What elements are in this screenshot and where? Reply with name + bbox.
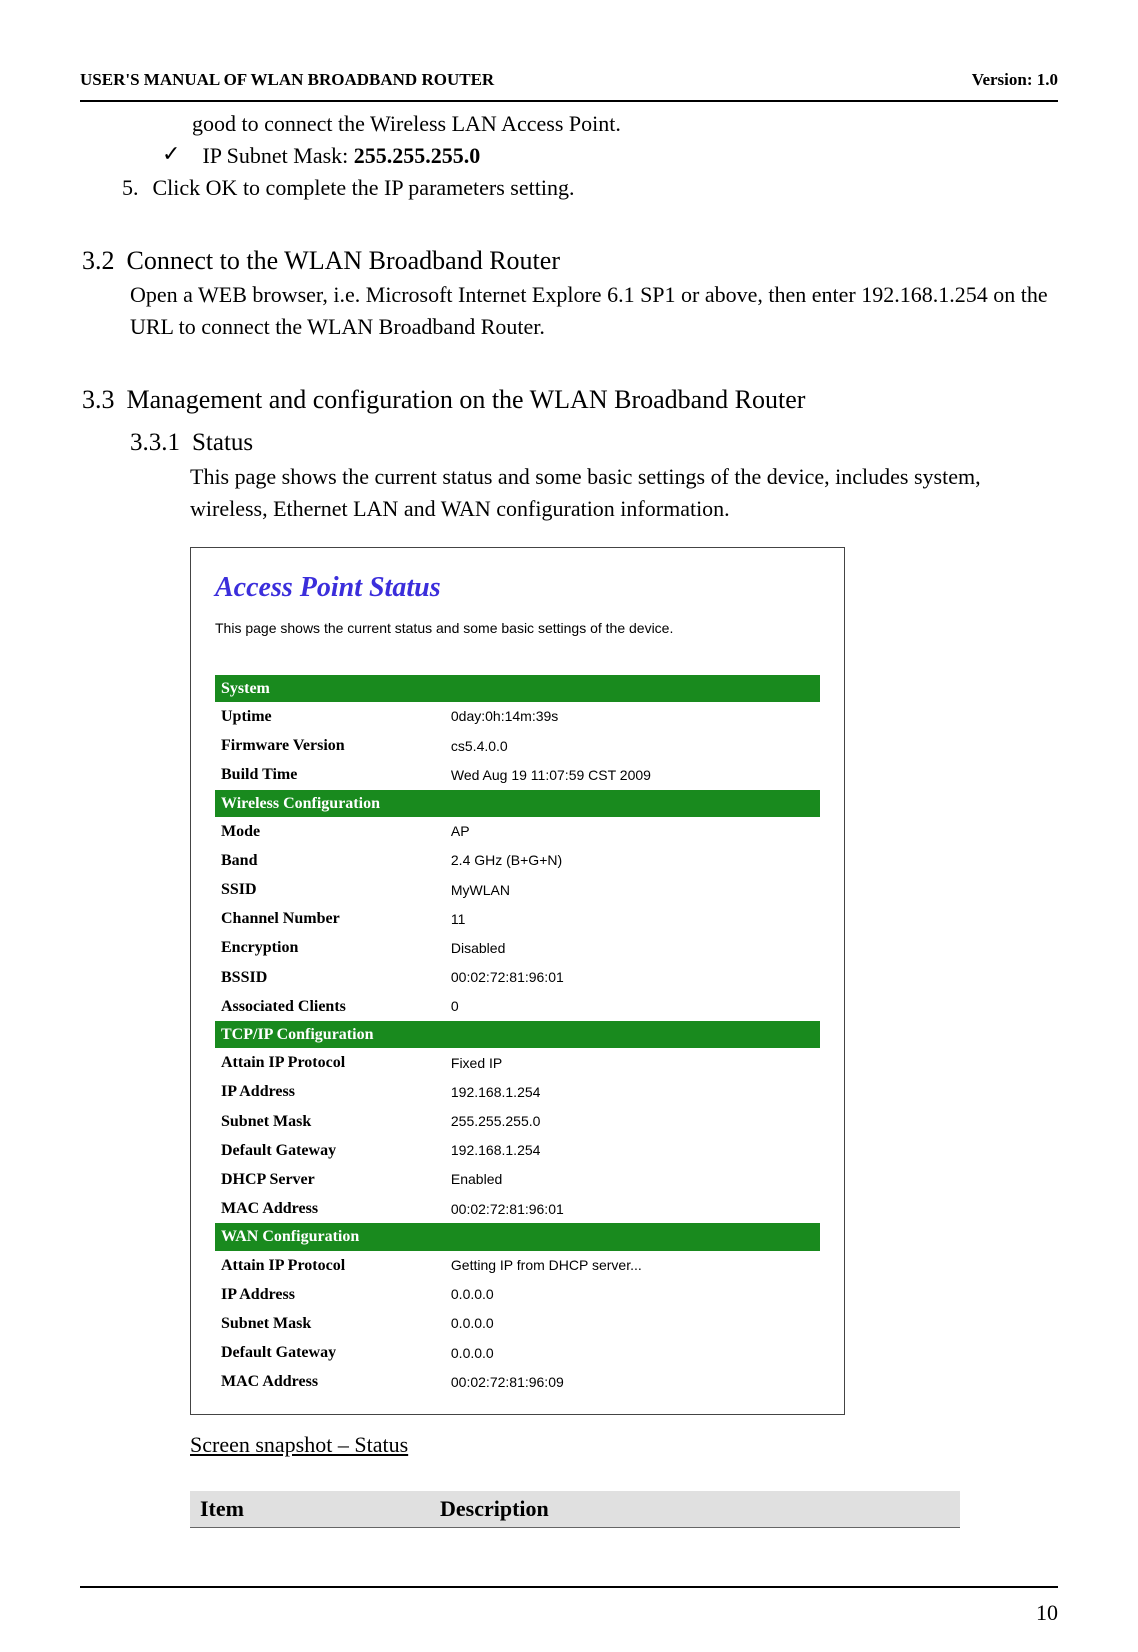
section-3-3-1-body: This page shows the current status and s… bbox=[190, 461, 1056, 525]
running-header: USER'S MANUAL OF WLAN BROADBAND ROUTER V… bbox=[80, 70, 1058, 90]
ap-row-label: MAC Address bbox=[215, 1194, 445, 1223]
ap-row-value: cs5.4.0.0 bbox=[445, 731, 820, 760]
ap-row-label: Uptime bbox=[215, 702, 445, 731]
section-3-2-title: Connect to the WLAN Broadband Router bbox=[127, 242, 560, 280]
ap-row-label: IP Address bbox=[215, 1280, 445, 1309]
ap-row-label: Default Gateway bbox=[215, 1338, 445, 1367]
ap-row-label: BSSID bbox=[215, 963, 445, 992]
ap-row-value: 0.0.0.0 bbox=[445, 1280, 820, 1309]
footer-rule bbox=[80, 1586, 1058, 1588]
ap-section-header: TCP/IP Configuration bbox=[215, 1021, 820, 1048]
header-left: USER'S MANUAL OF WLAN BROADBAND ROUTER bbox=[80, 70, 494, 90]
section-3-2-body: Open a WEB browser, i.e. Microsoft Inter… bbox=[130, 279, 1056, 343]
header-rule bbox=[80, 100, 1058, 102]
ap-row-label: Mode bbox=[215, 817, 445, 846]
section-3-3-1-heading: 3.3.1 Status bbox=[130, 425, 1056, 461]
section-3-3-1-num: 3.3.1 bbox=[130, 425, 180, 461]
screenshot-caption: Screen snapshot – Status bbox=[190, 1429, 1056, 1461]
ap-section-header: WAN Configuration bbox=[215, 1223, 820, 1250]
ap-row-label: Associated Clients bbox=[215, 992, 445, 1021]
ap-row-value: 2.4 GHz (B+G+N) bbox=[445, 846, 820, 875]
ap-row-value: AP bbox=[445, 817, 820, 846]
ap-row-label: Firmware Version bbox=[215, 731, 445, 760]
ap-desc: This page shows the current status and s… bbox=[215, 618, 820, 638]
ap-row-label: Channel Number bbox=[215, 904, 445, 933]
ap-row-value: Disabled bbox=[445, 933, 820, 962]
step-5: 5. Click OK to complete the IP parameter… bbox=[122, 172, 1056, 204]
ap-row-label: Default Gateway bbox=[215, 1136, 445, 1165]
ap-row-value: 00:02:72:81:96:01 bbox=[445, 963, 820, 992]
section-3-3-1-title: Status bbox=[192, 425, 253, 461]
check-icon: ✓ bbox=[162, 138, 180, 170]
section-3-3-heading: 3.3 Management and configuration on the … bbox=[82, 381, 1056, 419]
ap-row-value: 192.168.1.254 bbox=[445, 1077, 820, 1106]
th-description: Description bbox=[430, 1491, 960, 1527]
ap-row-value: Fixed IP bbox=[445, 1048, 820, 1077]
ap-title: Access Point Status bbox=[215, 568, 820, 609]
ap-row-label: IP Address bbox=[215, 1077, 445, 1106]
ap-row-value: 192.168.1.254 bbox=[445, 1136, 820, 1165]
status-screenshot: Access Point Status This page shows the … bbox=[190, 547, 845, 1416]
subnet-value: 255.255.255.0 bbox=[354, 143, 481, 168]
ap-row-label: DHCP Server bbox=[215, 1165, 445, 1194]
ap-section-header: Wireless Configuration bbox=[215, 790, 820, 817]
step-5-number: 5. bbox=[122, 172, 139, 204]
ap-row-value: 00:02:72:81:96:01 bbox=[445, 1194, 820, 1223]
section-3-3-num: 3.3 bbox=[82, 381, 115, 419]
ap-row-value: 0day:0h:14m:39s bbox=[445, 702, 820, 731]
ap-row-value: 0.0.0.0 bbox=[445, 1309, 820, 1338]
ap-row-value: Enabled bbox=[445, 1165, 820, 1194]
ap-row-label: MAC Address bbox=[215, 1367, 445, 1396]
ap-row-value: 0 bbox=[445, 992, 820, 1021]
ap-section-header: System bbox=[215, 675, 820, 702]
page-number: 10 bbox=[1036, 1600, 1058, 1626]
continuation-text: good to connect the Wireless LAN Access … bbox=[192, 108, 1056, 140]
ap-row-label: Subnet Mask bbox=[215, 1309, 445, 1338]
ap-row-label: Attain IP Protocol bbox=[215, 1048, 445, 1077]
header-right: Version: 1.0 bbox=[972, 70, 1058, 90]
bullet-subnet: ✓ IP Subnet Mask: 255.255.255.0 bbox=[162, 140, 1056, 172]
ap-row-value: Getting IP from DHCP server... bbox=[445, 1251, 820, 1280]
ap-row-value: Wed Aug 19 11:07:59 CST 2009 bbox=[445, 760, 820, 789]
section-3-2-num: 3.2 bbox=[82, 242, 115, 280]
ap-row-value: 0.0.0.0 bbox=[445, 1338, 820, 1367]
step-5-text: Click OK to complete the IP parameters s… bbox=[153, 172, 575, 204]
ap-row-value: 11 bbox=[445, 904, 820, 933]
ap-row-value: 255.255.255.0 bbox=[445, 1107, 820, 1136]
ap-row-label: Band bbox=[215, 846, 445, 875]
ap-row-label: SSID bbox=[215, 875, 445, 904]
ap-row-label: Attain IP Protocol bbox=[215, 1251, 445, 1280]
section-3-2-heading: 3.2 Connect to the WLAN Broadband Router bbox=[82, 242, 1056, 280]
subnet-line: IP Subnet Mask: 255.255.255.0 bbox=[202, 140, 480, 172]
ap-row-label: Build Time bbox=[215, 760, 445, 789]
ap-row-value: 00:02:72:81:96:09 bbox=[445, 1367, 820, 1396]
item-description-table: Item Description bbox=[190, 1491, 960, 1528]
th-item: Item bbox=[190, 1491, 430, 1527]
ap-row-value: MyWLAN bbox=[445, 875, 820, 904]
section-3-3-title: Management and configuration on the WLAN… bbox=[127, 381, 806, 419]
ap-status-table: SystemUptime0day:0h:14m:39sFirmware Vers… bbox=[215, 675, 820, 1397]
ap-row-label: Subnet Mask bbox=[215, 1107, 445, 1136]
subnet-prefix: IP Subnet Mask: bbox=[202, 143, 353, 168]
ap-row-label: Encryption bbox=[215, 933, 445, 962]
